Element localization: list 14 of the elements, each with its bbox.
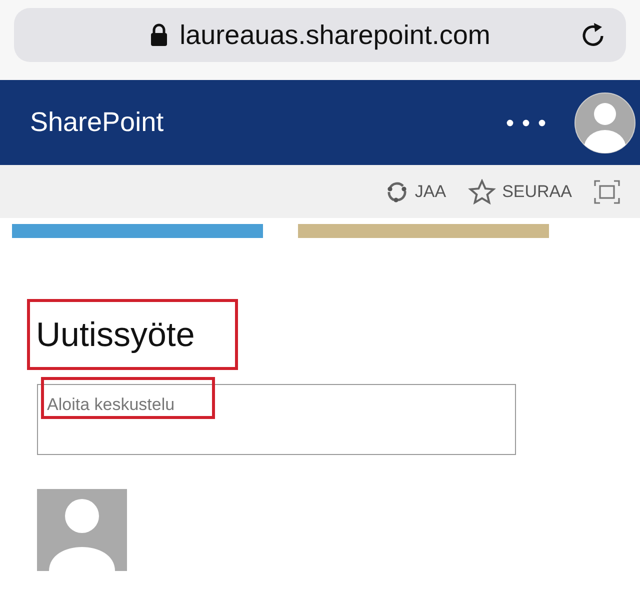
user-icon bbox=[37, 489, 127, 571]
sync-icon bbox=[384, 180, 409, 204]
app-title[interactable]: SharePoint bbox=[30, 107, 506, 138]
avatar-icon[interactable] bbox=[574, 92, 636, 154]
discussion-field[interactable]: Aloita keskustelu bbox=[37, 384, 516, 455]
fullscreen-icon[interactable] bbox=[594, 180, 620, 204]
address-bar[interactable]: laureauas.sharepoint.com bbox=[14, 8, 626, 62]
url-text: laureauas.sharepoint.com bbox=[180, 20, 490, 50]
action-button[interactable]: JAA bbox=[384, 180, 446, 204]
feed-title: Uutissyöte bbox=[36, 316, 195, 354]
more-icon[interactable] bbox=[506, 118, 546, 126]
action-button[interactable]: SEURAA bbox=[468, 178, 572, 204]
star-icon bbox=[468, 178, 496, 204]
lock-icon bbox=[150, 23, 168, 47]
